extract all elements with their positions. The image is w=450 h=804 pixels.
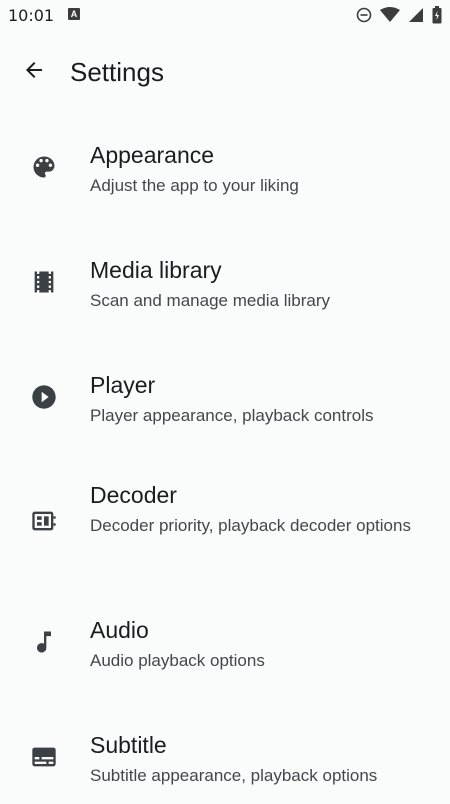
cellular-signal-icon <box>408 7 424 28</box>
item-title: Audio <box>90 617 149 643</box>
item-subtitle: Audio playback options <box>90 651 265 670</box>
settings-item-decoder[interactable]: Decoder Decoder priority, playback decod… <box>0 469 450 594</box>
top-app-bar: Settings <box>0 40 450 104</box>
item-subtitle: Player appearance, playback controls <box>90 406 374 425</box>
item-title: Appearance <box>90 142 215 168</box>
item-title: Media library <box>90 257 222 283</box>
page-title: Settings <box>70 57 164 87</box>
settings-item-subtitle[interactable]: Subtitle Subtitle appearance, playback o… <box>0 724 450 804</box>
status-icons <box>356 6 442 29</box>
item-title: Subtitle <box>90 732 167 758</box>
status-time: 10:01 <box>8 6 55 25</box>
do-not-disturb-icon <box>356 7 372 28</box>
arrow-back-icon <box>22 58 46 87</box>
settings-item-media-library[interactable]: Media library Scan and manage media libr… <box>0 239 450 339</box>
play-circle-icon <box>30 383 58 411</box>
wifi-icon <box>380 7 400 28</box>
item-title: Decoder <box>90 482 177 508</box>
status-bar: 10:01 A <box>0 0 450 32</box>
decoder-chip-icon <box>30 507 58 535</box>
item-subtitle: Adjust the app to your liking <box>90 176 299 195</box>
back-button[interactable] <box>14 52 54 92</box>
film-strip-icon <box>30 268 58 296</box>
item-subtitle: Decoder priority, playback decoder optio… <box>90 516 411 535</box>
subtitles-icon <box>30 743 58 771</box>
settings-item-audio[interactable]: Audio Audio playback options <box>0 609 450 709</box>
notification-badge: A <box>68 8 80 20</box>
settings-item-player[interactable]: Player Player appearance, playback contr… <box>0 354 450 454</box>
music-note-icon <box>30 628 58 656</box>
item-subtitle: Scan and manage media library <box>90 291 331 310</box>
item-subtitle: Subtitle appearance, playback options <box>90 766 378 785</box>
battery-icon <box>432 6 442 29</box>
palette-icon <box>30 153 58 181</box>
settings-item-appearance[interactable]: Appearance Adjust the app to your liking <box>0 124 450 224</box>
item-title: Player <box>90 372 156 398</box>
